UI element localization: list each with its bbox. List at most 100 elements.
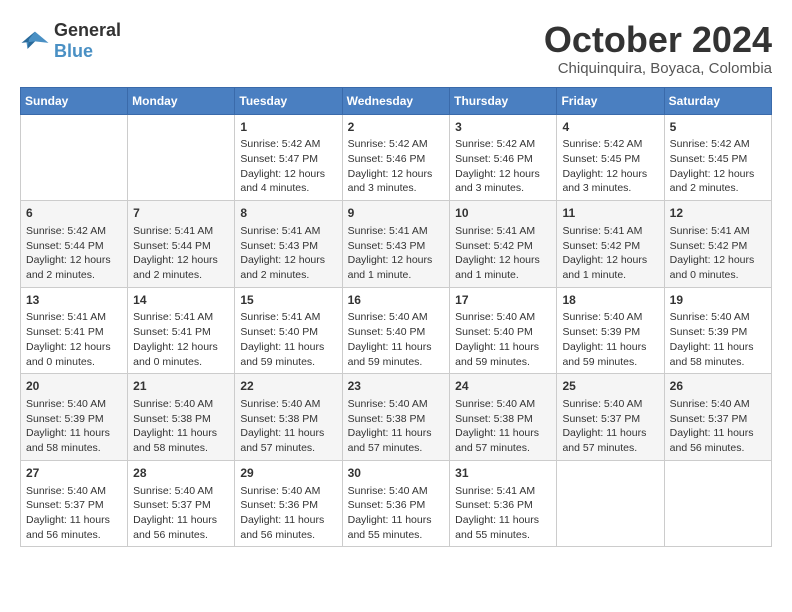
week-row-3: 13 Sunrise: 5:41 AM Sunset: 5:41 PM Dayligh… (21, 287, 772, 374)
calendar-cell: 26Sunrise: 5:40 AMSunset: 5:37 PMDayligh… (664, 374, 771, 461)
calendar-cell (21, 114, 128, 201)
sunrise-text: Sunrise: 5:41 AM (455, 224, 551, 239)
daylight-text: Daylight: 11 hours and 59 minutes. (240, 340, 336, 369)
logo: General Blue (20, 20, 121, 62)
sunset-text: Sunset: 5:39 PM (562, 325, 658, 340)
sunrise-text: Sunrise: 5:41 AM (133, 310, 229, 325)
sunrise-text: Sunrise: 5:40 AM (562, 397, 658, 412)
day-number: 13 (26, 292, 122, 309)
title-area: October 2024 Chiquinquira, Boyaca, Colom… (544, 20, 772, 77)
calendar-cell (664, 460, 771, 547)
calendar-cell: 12Sunrise: 5:41 AMSunset: 5:42 PMDayligh… (664, 201, 771, 288)
day-number: 28 (133, 465, 229, 482)
calendar-cell: 8Sunrise: 5:41 AMSunset: 5:43 PMDaylight… (235, 201, 342, 288)
day-number: 7 (133, 205, 229, 222)
daylight-text: Daylight: 12 hours and 3 minutes. (562, 167, 658, 196)
daylight-text: Daylight: 11 hours and 59 minutes. (348, 340, 445, 369)
calendar-cell: 3Sunrise: 5:42 AMSunset: 5:46 PMDaylight… (450, 114, 557, 201)
sunset-text: Sunset: 5:37 PM (562, 412, 658, 427)
daylight-text: Daylight: 11 hours and 55 minutes. (455, 513, 551, 542)
sunrise-text: Sunrise: 5:40 AM (133, 484, 229, 499)
sunrise-text: Sunrise: 5:40 AM (455, 310, 551, 325)
calendar-cell: 6Sunrise: 5:42 AMSunset: 5:44 PMDaylight… (21, 201, 128, 288)
calendar-cell: 9Sunrise: 5:41 AMSunset: 5:43 PMDaylight… (342, 201, 450, 288)
sunrise-text: Sunrise: 5:40 AM (26, 484, 122, 499)
day-number: 3 (455, 119, 551, 136)
daylight-text: Daylight: 11 hours and 55 minutes. (348, 513, 445, 542)
day-number: 23 (348, 378, 445, 395)
sunrise-text: Sunrise: 5:42 AM (240, 137, 336, 152)
day-number: 18 (562, 292, 658, 309)
sunset-text: Sunset: 5:45 PM (670, 152, 766, 167)
sunrise-text: Sunrise: 5:41 AM (240, 224, 336, 239)
sunrise-text: Sunrise: 5:42 AM (670, 137, 766, 152)
day-number: 20 (26, 378, 122, 395)
day-number: 26 (670, 378, 766, 395)
daylight-text: Daylight: 11 hours and 58 minutes. (670, 340, 766, 369)
day-number: 31 (455, 465, 551, 482)
day-number: 19 (670, 292, 766, 309)
calendar-cell: 5Sunrise: 5:42 AMSunset: 5:45 PMDaylight… (664, 114, 771, 201)
daylight-text: Daylight: 11 hours and 57 minutes. (240, 426, 336, 455)
day-number: 11 (562, 205, 658, 222)
day-number: 10 (455, 205, 551, 222)
sunset-text: Sunset: 5:45 PM (562, 152, 658, 167)
day-number: 6 (26, 205, 122, 222)
sunset-text: Sunset: 5:38 PM (348, 412, 445, 427)
day-number: 9 (348, 205, 445, 222)
sunset-text: Sunset: 5:39 PM (670, 325, 766, 340)
daylight-text: Daylight: 12 hours and 2 minutes. (26, 253, 122, 282)
day-number: 24 (455, 378, 551, 395)
sunset-text: Sunset: 5:40 PM (348, 325, 445, 340)
sunrise-text: Sunrise: 5:41 AM (670, 224, 766, 239)
sunset-text: Sunset: 5:43 PM (348, 239, 445, 254)
sunset-text: Sunset: 5:36 PM (455, 498, 551, 513)
calendar-cell: 16Sunrise: 5:40 AMSunset: 5:40 PMDayligh… (342, 287, 450, 374)
day-header-monday: Monday (128, 87, 235, 114)
calendar-cell: 14Sunrise: 5:41 AMSunset: 5:41 PMDayligh… (128, 287, 235, 374)
daylight-text: Daylight: 12 hours and 0 minutes. (670, 253, 766, 282)
daylight-text: Daylight: 11 hours and 58 minutes. (26, 426, 122, 455)
calendar-cell: 29Sunrise: 5:40 AMSunset: 5:36 PMDayligh… (235, 460, 342, 547)
sunset-text: Sunset: 5:37 PM (26, 498, 122, 513)
day-number: 2 (348, 119, 445, 136)
sunset-text: Sunset: 5:38 PM (455, 412, 551, 427)
sunrise-text: Sunrise: 5:40 AM (133, 397, 229, 412)
day-header-friday: Friday (557, 87, 664, 114)
logo-icon (20, 27, 50, 55)
calendar-header: SundayMondayTuesdayWednesdayThursdayFrid… (21, 87, 772, 114)
sunset-text: Sunset: 5:38 PM (133, 412, 229, 427)
daylight-text: Daylight: 11 hours and 56 minutes. (26, 513, 122, 542)
sunset-text: Sunset: 5:40 PM (455, 325, 551, 340)
day-number: 16 (348, 292, 445, 309)
sunrise-text: Sunrise: 5:40 AM (562, 310, 658, 325)
calendar-cell: 31 Sunrise: 5:41 AMSunset: 5:36 PMDayligh… (450, 460, 557, 547)
calendar-cell: 21Sunrise: 5:40 AMSunset: 5:38 PMDayligh… (128, 374, 235, 461)
sunrise-text: Sunrise: 5:40 AM (455, 397, 551, 412)
week-row-1: 1Sunrise: 5:42 AMSunset: 5:47 PMDaylight… (21, 114, 772, 201)
sunset-text: Sunset: 5:36 PM (348, 498, 445, 513)
sunrise-text: Sunrise: 5:42 AM (26, 224, 122, 239)
daylight-text: Daylight: 12 hours and 2 minutes. (133, 253, 229, 282)
sunrise-text: Sunrise: 5:41 AM (133, 224, 229, 239)
sunrise-text: Sunrise: 5:41 AM (455, 484, 551, 499)
sunrise-text: Sunrise: 5:40 AM (240, 397, 336, 412)
sunrise-text: Sunrise: 5:41 AM (562, 224, 658, 239)
day-number: 14 (133, 292, 229, 309)
day-headers-row: SundayMondayTuesdayWednesdayThursdayFrid… (21, 87, 772, 114)
calendar-cell: 15Sunrise: 5:41 AMSunset: 5:40 PMDayligh… (235, 287, 342, 374)
daylight-text: Daylight: 12 hours and 1 minute. (455, 253, 551, 282)
sunset-text: Sunset: 5:42 PM (562, 239, 658, 254)
daylight-text: Daylight: 12 hours and 1 minute. (348, 253, 445, 282)
daylight-text: Daylight: 11 hours and 59 minutes. (455, 340, 551, 369)
day-header-thursday: Thursday (450, 87, 557, 114)
daylight-text: Daylight: 11 hours and 59 minutes. (562, 340, 658, 369)
calendar-cell: 13Sunrise: 5:41 AMSunset: 5:41 PMDayligh… (21, 287, 128, 374)
daylight-text: Daylight: 12 hours and 2 minutes. (240, 253, 336, 282)
day-number: 27 (26, 465, 122, 482)
calendar-cell: 1Sunrise: 5:42 AMSunset: 5:47 PMDaylight… (235, 114, 342, 201)
daylight-text: Daylight: 11 hours and 56 minutes. (240, 513, 336, 542)
sunset-text: Sunset: 5:39 PM (26, 412, 122, 427)
day-header-saturday: Saturday (664, 87, 771, 114)
sunset-text: Sunset: 5:41 PM (26, 325, 122, 340)
